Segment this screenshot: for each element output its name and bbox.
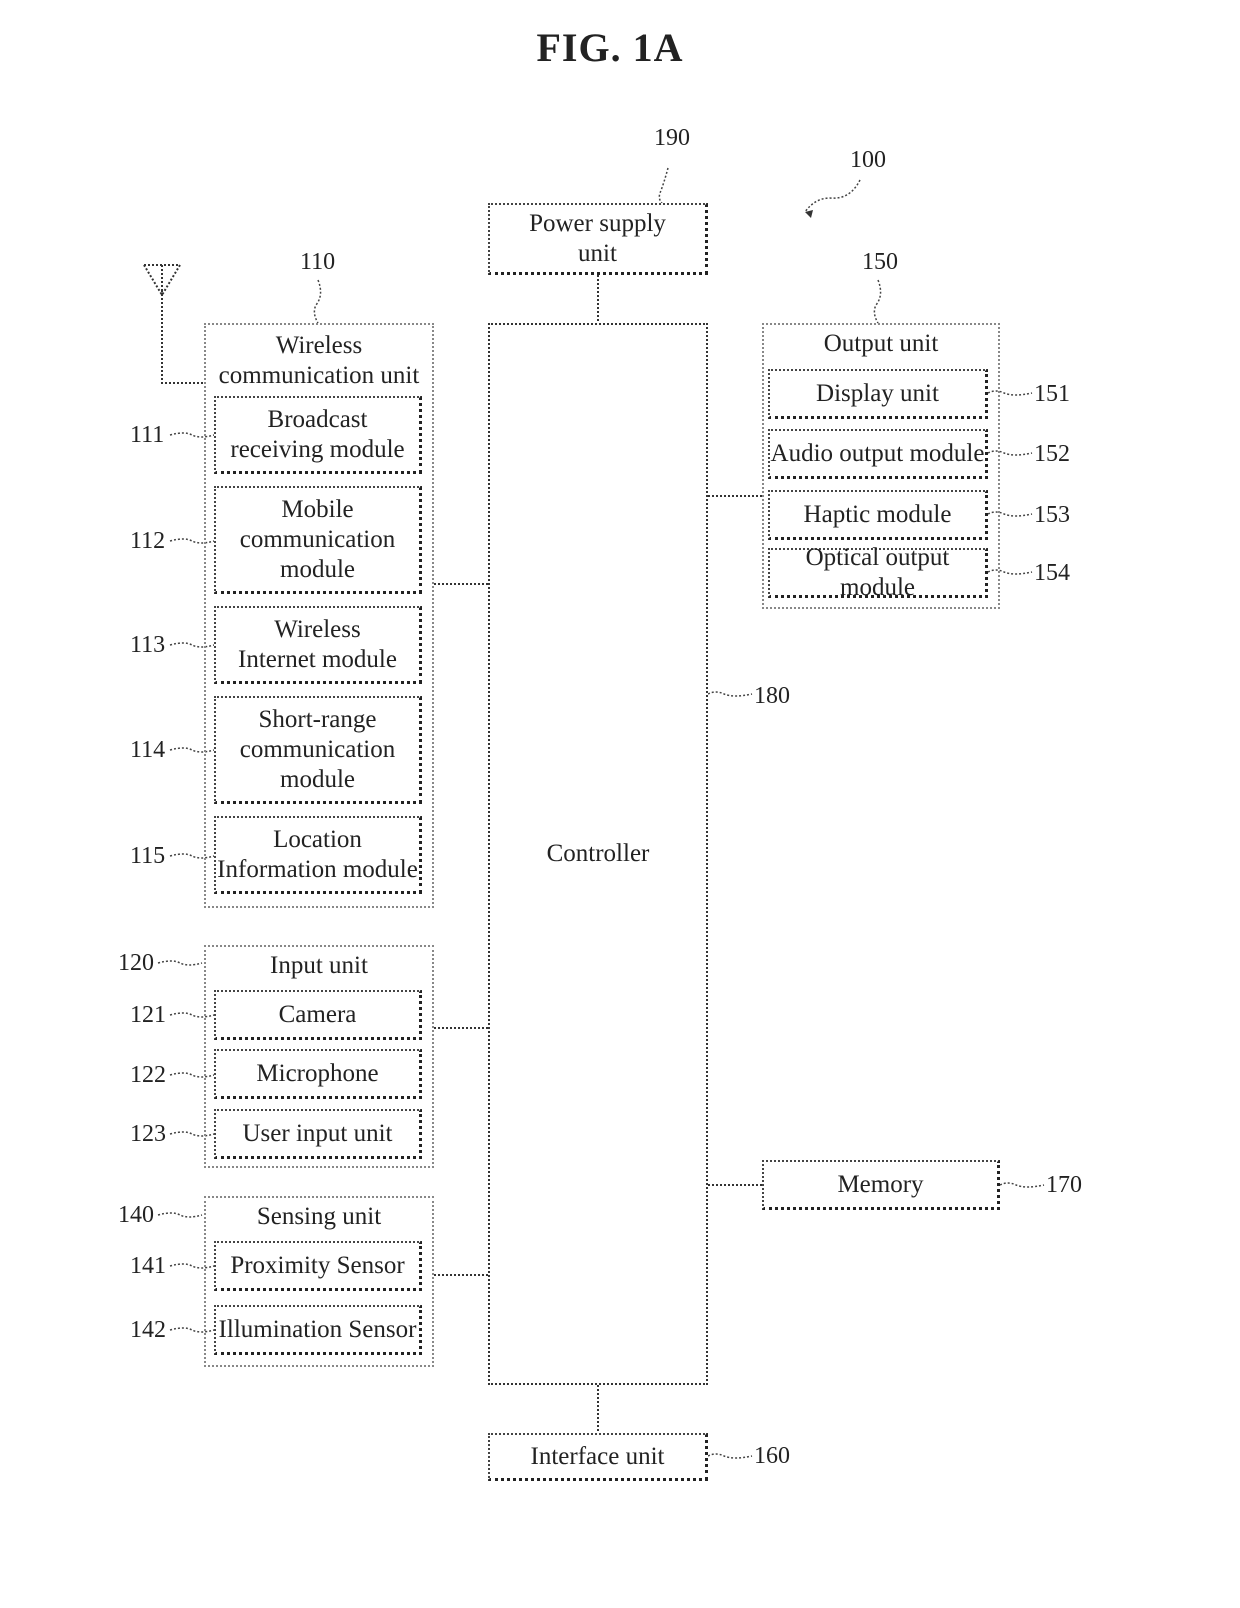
- antenna-wire: [161, 290, 204, 384]
- camera-module[interactable]: Camera: [214, 990, 422, 1040]
- ref-113: 113: [130, 632, 166, 658]
- ref-150: 150: [862, 249, 898, 275]
- module-label-line: Wireless: [274, 615, 361, 643]
- ref-154: 154: [1034, 560, 1070, 586]
- module-label: Proximity Sensor: [230, 1251, 405, 1279]
- ref-180: 180: [754, 683, 790, 709]
- power-supply-label-line2: unit: [578, 239, 617, 267]
- figure-title: FIG. 1A: [536, 25, 684, 70]
- location-information-module[interactable]: Location Information module: [214, 816, 422, 894]
- user-input-unit-module[interactable]: User input unit: [214, 1109, 422, 1159]
- microphone-module[interactable]: Microphone: [214, 1049, 422, 1099]
- module-label-line: Internet module: [238, 645, 397, 673]
- illumination-sensor-module[interactable]: Illumination Sensor: [214, 1305, 422, 1355]
- module-label-line: module: [280, 555, 355, 583]
- haptic-module[interactable]: Haptic module: [768, 490, 988, 540]
- ref-112: 112: [130, 528, 166, 554]
- display-unit-module[interactable]: Display unit: [768, 369, 988, 419]
- ref-120: 120: [118, 950, 154, 976]
- module-label-line: Mobile: [281, 495, 354, 523]
- interface-unit[interactable]: Interface unit: [488, 1433, 708, 1481]
- ref-152: 152: [1034, 441, 1070, 467]
- ref-151: 151: [1034, 381, 1070, 407]
- module-label-line: Short-range: [258, 705, 377, 733]
- ref-153: 153: [1034, 502, 1070, 528]
- module-label-line: communication: [239, 525, 396, 553]
- sensing-unit-title: Sensing unit: [256, 1203, 382, 1230]
- memory-label: Memory: [837, 1170, 924, 1198]
- module-label: Illumination Sensor: [218, 1315, 417, 1343]
- ref-110: 110: [300, 249, 336, 275]
- input-unit-title: Input unit: [270, 952, 368, 979]
- power-supply-label-line1: Power supply: [529, 209, 666, 237]
- ref-140: 140: [118, 1202, 154, 1228]
- ref-123: 123: [130, 1121, 166, 1147]
- module-label-line: communication: [239, 735, 396, 763]
- module-label-line: Information module: [217, 855, 418, 883]
- module-label: Audio output module: [770, 439, 985, 467]
- ref-170: 170: [1046, 1172, 1082, 1198]
- wireless-unit-title: Wireless communication unit: [206, 331, 432, 391]
- ref-190: 190: [654, 125, 690, 151]
- ref-121: 121: [130, 1002, 166, 1028]
- ref-122: 122: [130, 1062, 166, 1088]
- module-label: Optical output module: [805, 543, 950, 601]
- controller-block[interactable]: Controller: [488, 323, 708, 1385]
- audio-output-module[interactable]: Audio output module: [768, 429, 988, 479]
- ref-111: 111: [130, 422, 165, 448]
- wireless-unit-title-line1: Wireless: [275, 332, 363, 359]
- interface-label: Interface unit: [530, 1442, 665, 1470]
- module-label-line: Location: [273, 825, 362, 853]
- mobile-communication-module[interactable]: Mobile communication module: [214, 486, 422, 594]
- antenna-icon: [143, 264, 182, 297]
- module-label: Camera: [278, 1000, 357, 1028]
- memory-block[interactable]: Memory: [762, 1160, 1000, 1210]
- ref-141: 141: [130, 1253, 166, 1279]
- module-label: User input unit: [242, 1119, 393, 1147]
- ref-142: 142: [130, 1317, 166, 1343]
- module-label-line: module: [280, 765, 355, 793]
- short-range-communication-module[interactable]: Short-range communication module: [214, 696, 422, 804]
- module-label-line: receiving module: [230, 435, 405, 463]
- proximity-sensor-module[interactable]: Proximity Sensor: [214, 1241, 422, 1291]
- ref-114: 114: [130, 737, 166, 763]
- ref-100: 100: [850, 147, 886, 173]
- wireless-internet-module[interactable]: Wireless Internet module: [214, 606, 422, 684]
- controller-label: Controller: [546, 840, 650, 867]
- ref-160: 160: [754, 1443, 790, 1469]
- optical-output-module[interactable]: Optical output module: [768, 544, 988, 601]
- module-label: Display unit: [816, 379, 939, 407]
- module-label-line: Broadcast: [267, 405, 368, 433]
- broadcast-receiving-module[interactable]: Broadcast receiving module: [214, 396, 422, 474]
- module-label: Microphone: [256, 1059, 379, 1087]
- wireless-unit-title-line2: communication unit: [218, 362, 420, 389]
- output-unit-title: Output unit: [823, 330, 939, 357]
- module-label: Haptic module: [803, 500, 952, 528]
- ref-115: 115: [130, 843, 166, 869]
- power-supply-unit[interactable]: Power supply unit: [488, 203, 708, 275]
